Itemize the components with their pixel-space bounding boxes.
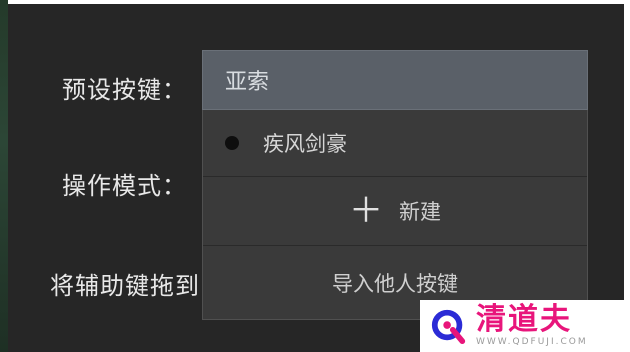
preset-select[interactable]: 亚索 [202, 50, 588, 110]
watermark-url: WWW.QDFUJI.COM [476, 337, 588, 347]
drag-assist-key-label: 将辅助键拖到 [50, 272, 200, 300]
import-keys-label: 导入他人按键 [332, 272, 458, 296]
watermark-brand: 清道夫 [476, 302, 572, 337]
plus-icon: ＋ [349, 191, 383, 231]
preset-select-value: 亚索 [225, 70, 270, 95]
preset-dropdown-menu: 疾风剑豪 ＋ 新建 导入他人按键 [202, 110, 588, 320]
option-label: 疾风剑豪 [263, 132, 347, 156]
background-strip [0, 0, 8, 352]
qdfuji-logo-icon [431, 309, 466, 345]
radio-dot-icon [225, 136, 239, 150]
preset-keys-label: 预设按键： [62, 76, 187, 104]
dropdown-option-jifeng[interactable]: 疾风剑豪 [203, 110, 587, 176]
new-preset-button[interactable]: ＋ 新建 [203, 177, 587, 245]
new-preset-label: 新建 [399, 200, 441, 224]
screenshot: 预设按键： 操作模式： 将辅助键拖到 亚索 疾风剑豪 ＋ 新建 导入他人按键 清… [0, 0, 630, 352]
site-watermark: 清道夫 WWW.QDFUJI.COM [420, 300, 630, 352]
operation-mode-label: 操作模式： [62, 172, 187, 200]
